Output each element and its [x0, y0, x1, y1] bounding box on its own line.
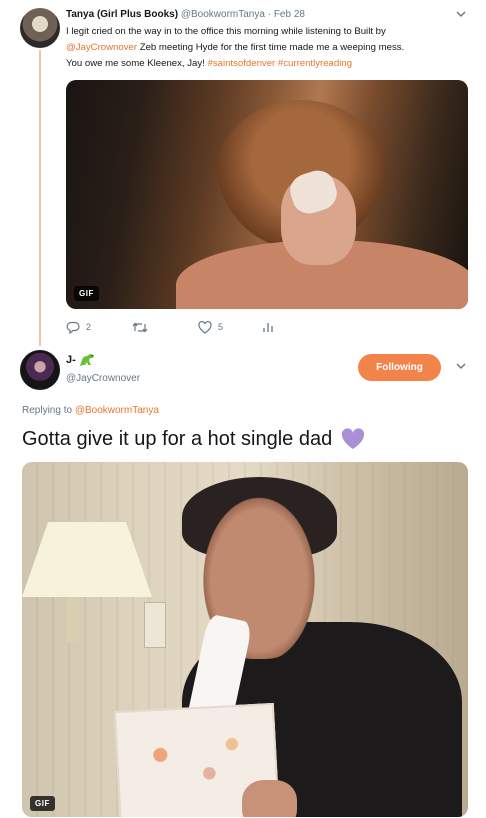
tweet1-header: Tanya (Girl Plus Books) @BookwormTanya ·… [66, 9, 305, 20]
tweet2-display-name[interactable]: J- [66, 354, 76, 366]
tweet1-gif-media[interactable]: GIF [66, 80, 468, 309]
thread-connector-line [39, 50, 41, 346]
tweet1-handle[interactable]: @BookwormTanya [181, 9, 265, 20]
tweet1-text-line1: I legit cried on the way in to the offic… [66, 26, 386, 37]
reply-button[interactable]: 2 [66, 321, 91, 334]
purple-heart-emoji-icon [342, 428, 365, 449]
like-button[interactable]: 5 [198, 320, 224, 334]
gif-wall-switch [144, 602, 166, 648]
hashtag-saintsofdenver[interactable]: #saintsofdenver [208, 58, 276, 69]
tweet1-separator: · [267, 9, 272, 20]
replying-to-handle-link[interactable]: @BookwormTanya [75, 405, 159, 416]
tweet1-date[interactable]: Feb 28 [274, 9, 305, 20]
gif-lamp-stem [67, 597, 79, 642]
gif-figure-hand [242, 780, 297, 817]
like-count: 5 [218, 322, 224, 332]
tweet1-text-line2: Zeb meeting Hyde for the first time made… [137, 42, 405, 53]
avatar-jay[interactable] [20, 350, 60, 390]
avatar-tanya[interactable] [20, 8, 60, 48]
tweet2-text-row: Gotta give it up for a hot single dad [22, 427, 366, 451]
analytics-icon [263, 323, 273, 332]
retweet-button[interactable] [132, 321, 148, 334]
chevron-down-icon[interactable] [453, 360, 469, 376]
following-button[interactable]: Following [358, 354, 441, 381]
tweet1-mention-link[interactable]: @JayCrownover [66, 42, 137, 53]
dinosaur-emoji-icon [79, 354, 94, 366]
reply-count: 2 [86, 322, 92, 332]
tweet2-handle[interactable]: @JayCrownover [66, 373, 140, 384]
tweet2-display-name-row[interactable]: J- [66, 352, 96, 368]
tweet2-gif-media[interactable]: GIF [22, 462, 468, 817]
replying-to-label: Replying to [22, 405, 75, 416]
tweet1-display-name[interactable]: Tanya (Girl Plus Books) [66, 9, 178, 20]
reply-icon [66, 321, 80, 334]
tweet1-text: I legit cried on the way in to the offic… [66, 24, 466, 72]
like-icon [198, 320, 212, 334]
retweet-icon [132, 322, 148, 332]
gif-badge: GIF [30, 796, 55, 811]
gif-badge: GIF [74, 286, 99, 301]
analytics-button[interactable] [262, 321, 274, 333]
replying-to-line: Replying to @BookwormTanya [22, 405, 159, 416]
hashtag-currentlyreading[interactable]: #currentlyreading [278, 58, 352, 69]
chevron-down-icon[interactable] [453, 8, 469, 24]
tweet1-text-line3: You owe me some Kleenex, Jay! [66, 58, 208, 69]
tweet2-text: Gotta give it up for a hot single dad [22, 427, 333, 450]
